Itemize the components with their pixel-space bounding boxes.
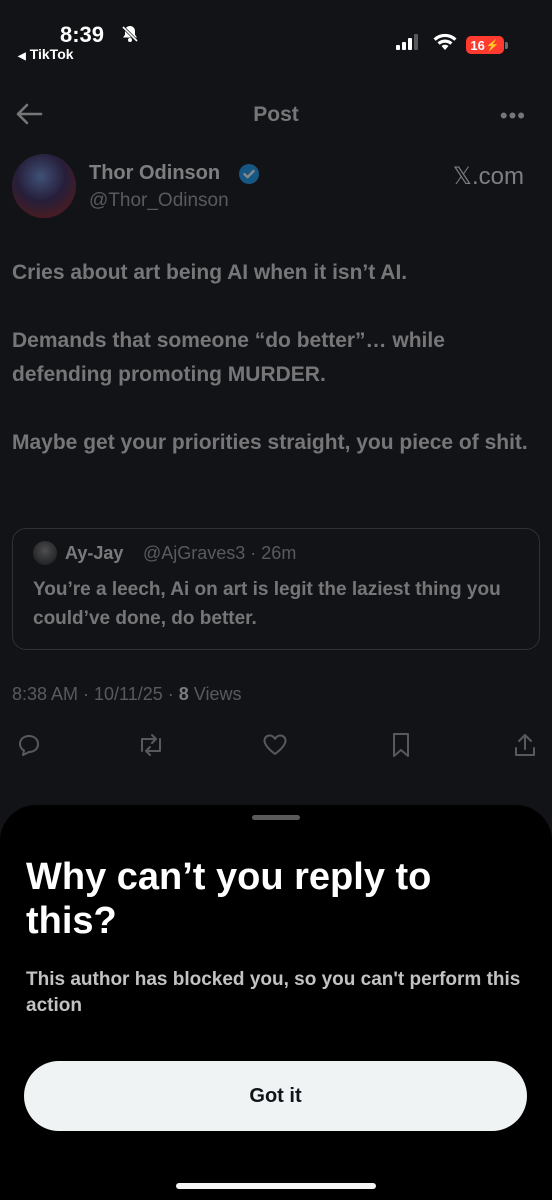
charging-bolt-icon: ⚡ — [485, 39, 500, 52]
home-indicator[interactable] — [176, 1183, 376, 1189]
author-name[interactable]: Thor Odinson — [89, 162, 220, 185]
post-paragraph: Demands that someone “do better”… while … — [12, 329, 445, 386]
author-avatar[interactable] — [12, 154, 76, 218]
source-label: 𝕏.com — [452, 163, 524, 190]
bookmark-icon[interactable] — [384, 728, 418, 762]
post-paragraph: Cries about art being AI when it isn’t A… — [12, 261, 408, 284]
blocked-bottom-sheet: Why can’t you reply to this? This author… — [0, 805, 552, 1200]
got-it-button[interactable]: Got it — [24, 1061, 527, 1131]
reply-icon[interactable] — [12, 728, 46, 762]
post-timestamp: 8:38 AM · 10/11/25 · — [12, 684, 179, 704]
quote-text: You’re a leech, Ai on art is legit the l… — [33, 579, 501, 629]
share-icon[interactable] — [508, 728, 542, 762]
nav-bar: Post ••• — [0, 95, 552, 135]
author-handle[interactable]: @Thor_Odinson — [89, 190, 229, 212]
action-bar — [0, 728, 552, 762]
sheet-grabber[interactable] — [252, 815, 300, 820]
status-time: 8:39 — [60, 22, 105, 47]
quote-meta: @AjGraves3 · 26m — [143, 543, 297, 563]
battery-level: 16 — [470, 37, 485, 53]
battery-indicator: 16 ⚡ — [466, 36, 504, 54]
page-title: Post — [253, 103, 299, 126]
like-icon[interactable] — [258, 728, 292, 762]
wifi-icon — [432, 32, 458, 57]
sheet-message: This author has blocked you, so you can'… — [26, 969, 521, 1016]
more-options-icon[interactable]: ••• — [500, 103, 526, 129]
verified-badge-icon — [238, 163, 260, 190]
back-triangle-icon: ◀ — [18, 51, 26, 62]
post-meta: 8:38 AM · 10/11/25 · 8 Views — [12, 684, 241, 705]
bell-slash-icon — [120, 24, 140, 49]
back-app-label: TikTok — [29, 46, 74, 62]
views-count: 8 — [178, 684, 189, 704]
status-bar: 8:39 ◀ TikTok 16 ⚡ — [0, 0, 552, 70]
cellular-signal-icon — [396, 34, 422, 55]
post-paragraph: Maybe get your priorities straight, you … — [12, 431, 528, 454]
quote-avatar — [33, 541, 57, 565]
post-text: Cries about art being AI when it isn’t A… — [12, 256, 542, 494]
quoted-post[interactable]: Ay-Jay @AjGraves3 · 26m You’re a leech, … — [12, 528, 540, 650]
back-to-app-link[interactable]: ◀ TikTok — [18, 46, 74, 62]
battery-tip — [505, 42, 508, 49]
post-view: Post ••• Thor Odinson @Thor_Odinson 𝕏.co… — [0, 70, 552, 805]
repost-icon[interactable] — [134, 728, 168, 762]
quote-author-name: Ay-Jay — [65, 543, 124, 563]
views-label: Views — [188, 684, 242, 704]
sheet-title: Why can’t you reply to this? — [26, 856, 432, 942]
